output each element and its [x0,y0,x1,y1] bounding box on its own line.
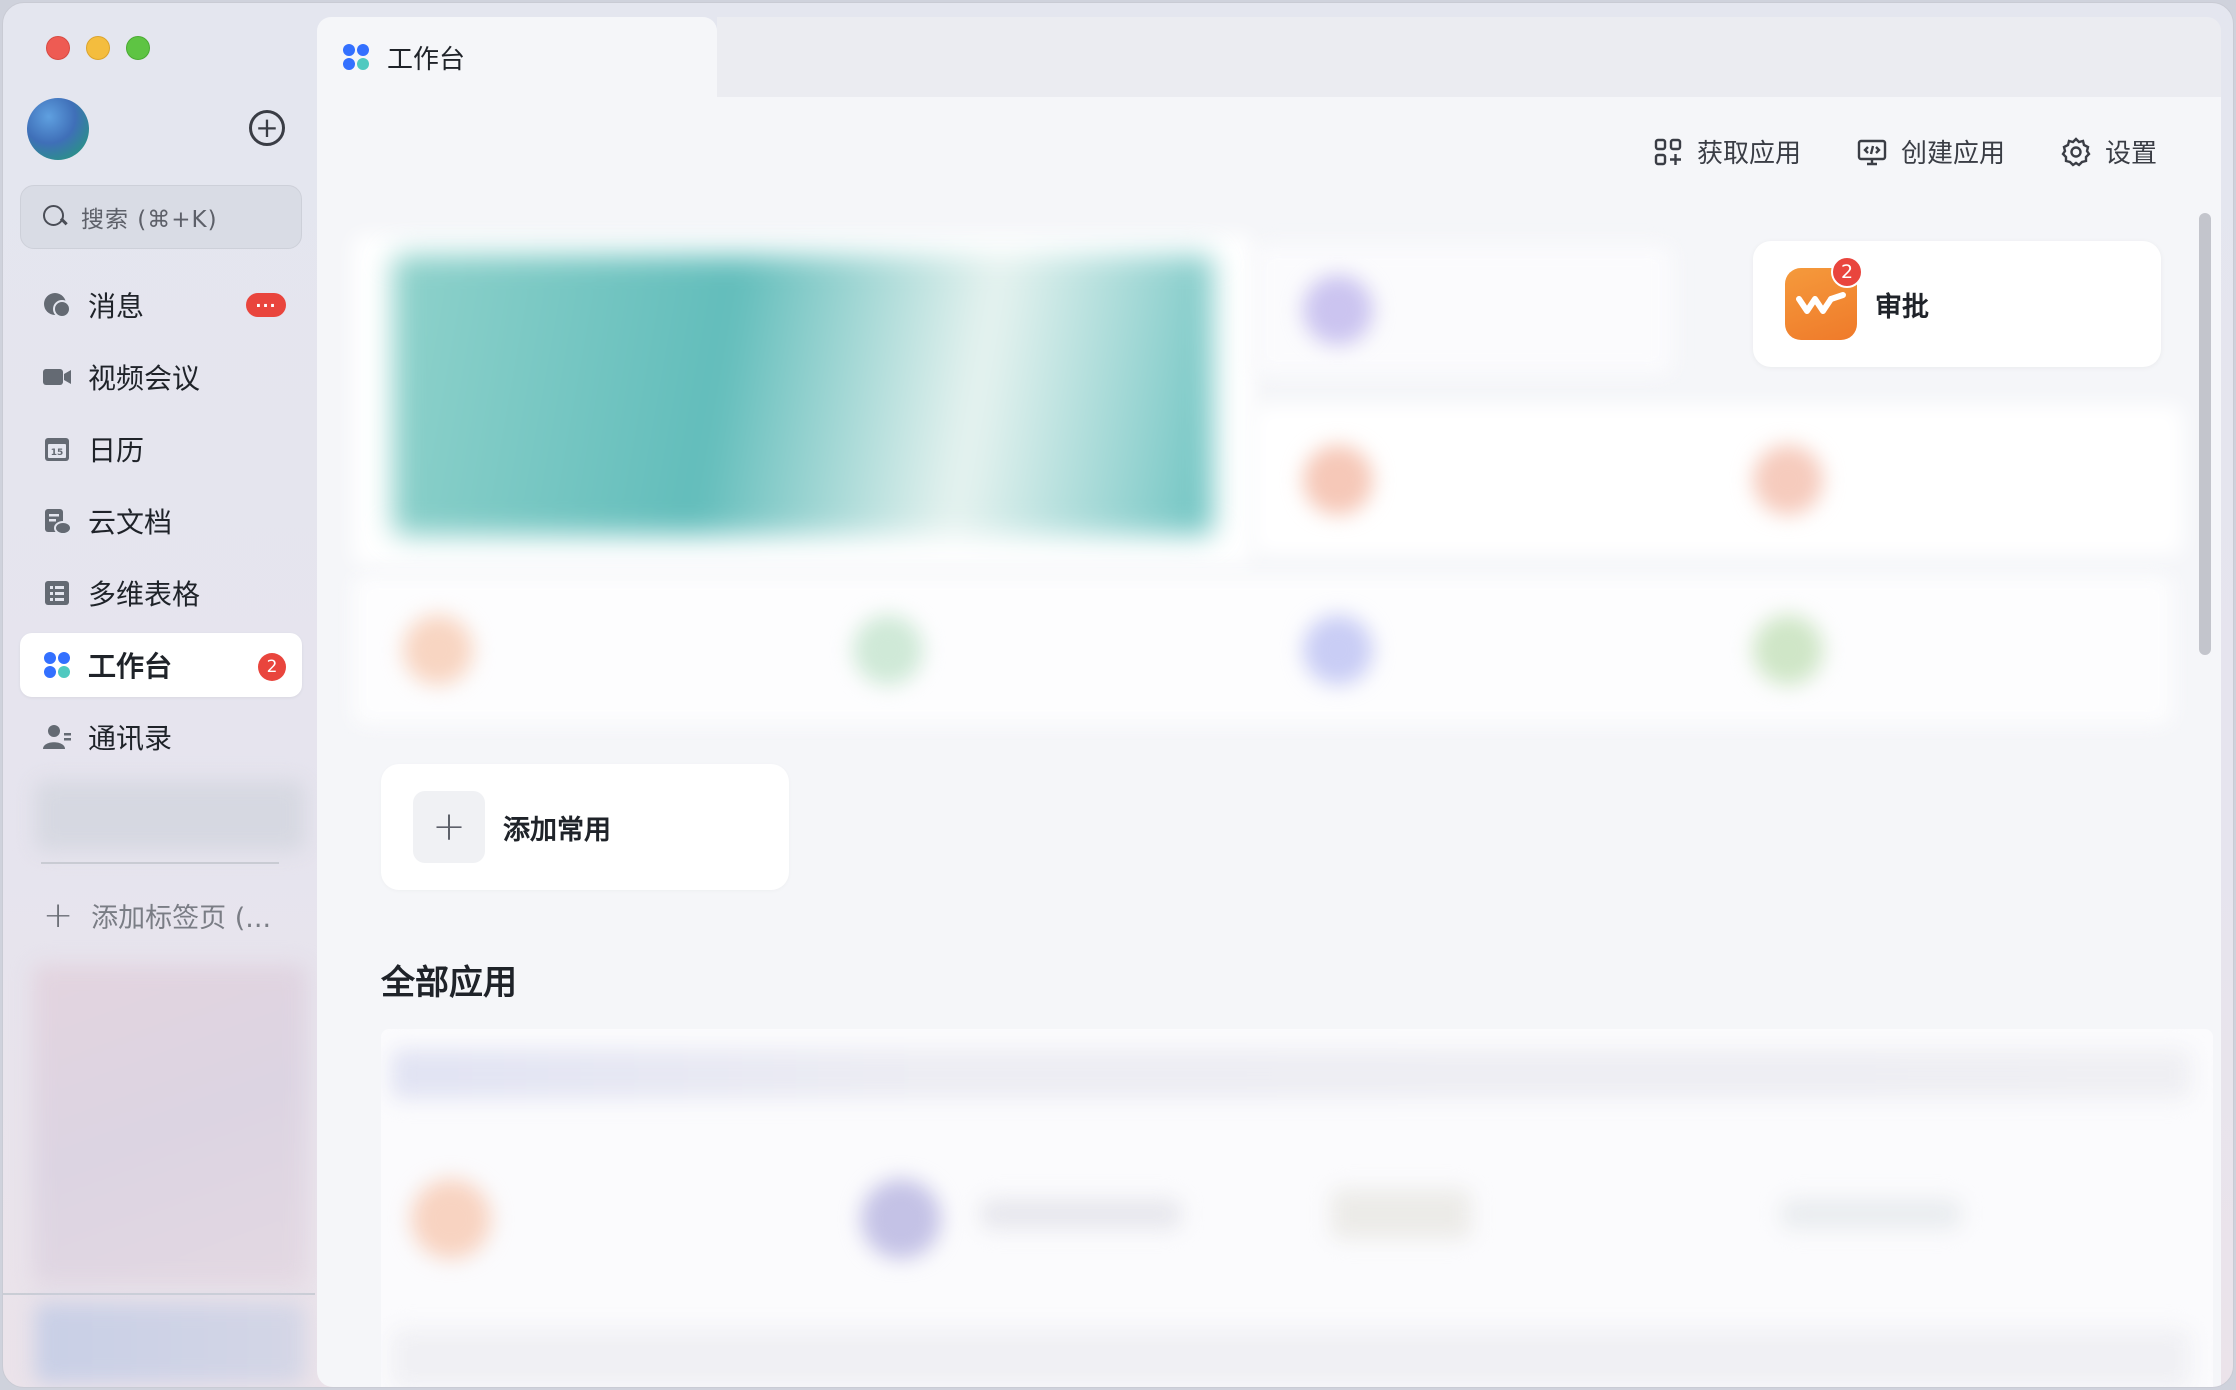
blurred-app-row [353,575,2173,725]
add-common-app-button[interactable]: + 添加常用 [381,764,789,890]
all-apps-grid [381,1029,2213,1387]
close-window-button[interactable] [46,36,70,60]
sidebar-item-label: 消息 [88,290,145,323]
add-common-label: 添加常用 [503,814,611,846]
blurred-app-icon [1303,615,1373,685]
blurred-sidebar-item [35,781,305,851]
blurred-sidebar-footer [35,1303,305,1383]
blurred-app-text [1781,1199,1961,1229]
toolbar: 获取应用 创建应用 设置 [1653,133,2157,170]
blurred-app-icon [1303,275,1373,345]
blurred-app-icon [1753,445,1823,515]
blurred-app-icon [411,1179,491,1259]
avatar[interactable] [27,98,89,160]
search-input[interactable]: 搜索 (⌘+K) [20,185,302,249]
app-window: + 搜索 (⌘+K) 消息 ··· 视频会议 15 日历 云文档 多维表格 工作… [2,2,2234,1388]
gear-icon [2061,136,2091,167]
workspace-badge: 2 [258,653,286,681]
cloud-document-icon [42,506,72,536]
blurred-app-tile [1253,405,2183,555]
sidebar-item-contacts[interactable]: 通讯录 [20,705,302,769]
sidebar-item-calendar[interactable]: 15 日历 [20,417,302,481]
contacts-icon [42,722,72,752]
sidebar-nav: 消息 ··· 视频会议 15 日历 云文档 多维表格 工作台 2 通讯录 [20,273,302,777]
sidebar-item-cloud-docs[interactable]: 云文档 [20,489,302,553]
sidebar-item-messages[interactable]: 消息 ··· [20,273,302,337]
search-placeholder: 搜索 (⌘+K) [81,207,218,233]
sidebar-item-multi-table[interactable]: 多维表格 [20,561,302,625]
chat-bubbles-icon [42,290,72,320]
search-icon [43,205,67,229]
sidebar-item-label: 通讯录 [88,722,173,755]
window-controls [46,36,150,60]
apps-grid-icon [1653,137,1683,167]
sidebar-item-label: 日历 [88,434,145,467]
sidebar-item-label: 视频会议 [88,362,201,395]
blurred-app-icon [403,615,473,685]
get-apps-button[interactable]: 获取应用 [1653,133,1801,170]
sidebar-divider [41,862,279,864]
create-app-label: 创建应用 [1900,139,2005,169]
approval-icon: 2 [1785,256,1863,340]
approval-app-card[interactable]: 2 审批 [1753,241,2161,367]
maximize-window-button[interactable] [126,36,150,60]
workspace-icon [341,42,371,72]
sidebar-item-label: 多维表格 [88,578,201,611]
blurred-app-row [391,1329,2191,1387]
minimize-window-button[interactable] [86,36,110,60]
plus-icon: + [413,791,485,863]
calendar-icon-day: 15 [51,448,64,458]
sidebar: + 搜索 (⌘+K) 消息 ··· 视频会议 15 日历 云文档 多维表格 工作… [3,3,315,1387]
blurred-app-icon [1753,615,1823,685]
sidebar-item-label: 工作台 [88,650,173,683]
create-app-button[interactable]: 创建应用 [1857,133,2005,170]
approval-badge: 2 [1831,256,1863,288]
all-apps-title: 全部应用 [381,963,517,1003]
blurred-app-icon [861,1179,941,1259]
monitor-code-icon [1857,137,1887,167]
message-badge: ··· [246,293,286,317]
workspace-icon [42,650,72,680]
sidebar-item-video-meeting[interactable]: 视频会议 [20,345,302,409]
table-icon [42,578,72,608]
tab-workspace[interactable]: 工作台 [317,17,717,97]
calendar-icon: 15 [42,434,72,464]
sidebar-item-label: 云文档 [88,506,173,539]
settings-button[interactable]: 设置 [2061,133,2157,170]
blurred-app-icon [1303,445,1373,515]
blurred-sidebar-content [33,965,307,1285]
tab-bar [717,17,2221,97]
workspace-main: 获取应用 创建应用 设置 2 审批 + 添加常用 全部应用 [317,97,2221,1387]
approval-label: 审批 [1875,291,1929,323]
blurred-banner-image [393,255,1213,535]
scrollbar[interactable] [2199,213,2211,655]
blurred-app-tabs [391,1049,2191,1099]
video-camera-icon [42,362,72,392]
plus-icon: + [43,894,74,936]
settings-label: 设置 [2104,139,2157,169]
blurred-app-icon [853,615,923,685]
blurred-app-text [981,1199,1181,1229]
add-tab-label: 添加标签页 (... [91,903,272,934]
sidebar-item-workspace[interactable]: 工作台 2 [20,633,302,697]
blurred-app-text [1331,1189,1471,1239]
get-apps-label: 获取应用 [1696,139,1801,169]
add-circle-icon[interactable]: + [249,110,285,146]
add-tab-button[interactable]: + 添加标签页 (... [43,896,271,935]
tab-title: 工作台 [387,44,466,75]
sidebar-bottom-divider [3,1293,315,1295]
